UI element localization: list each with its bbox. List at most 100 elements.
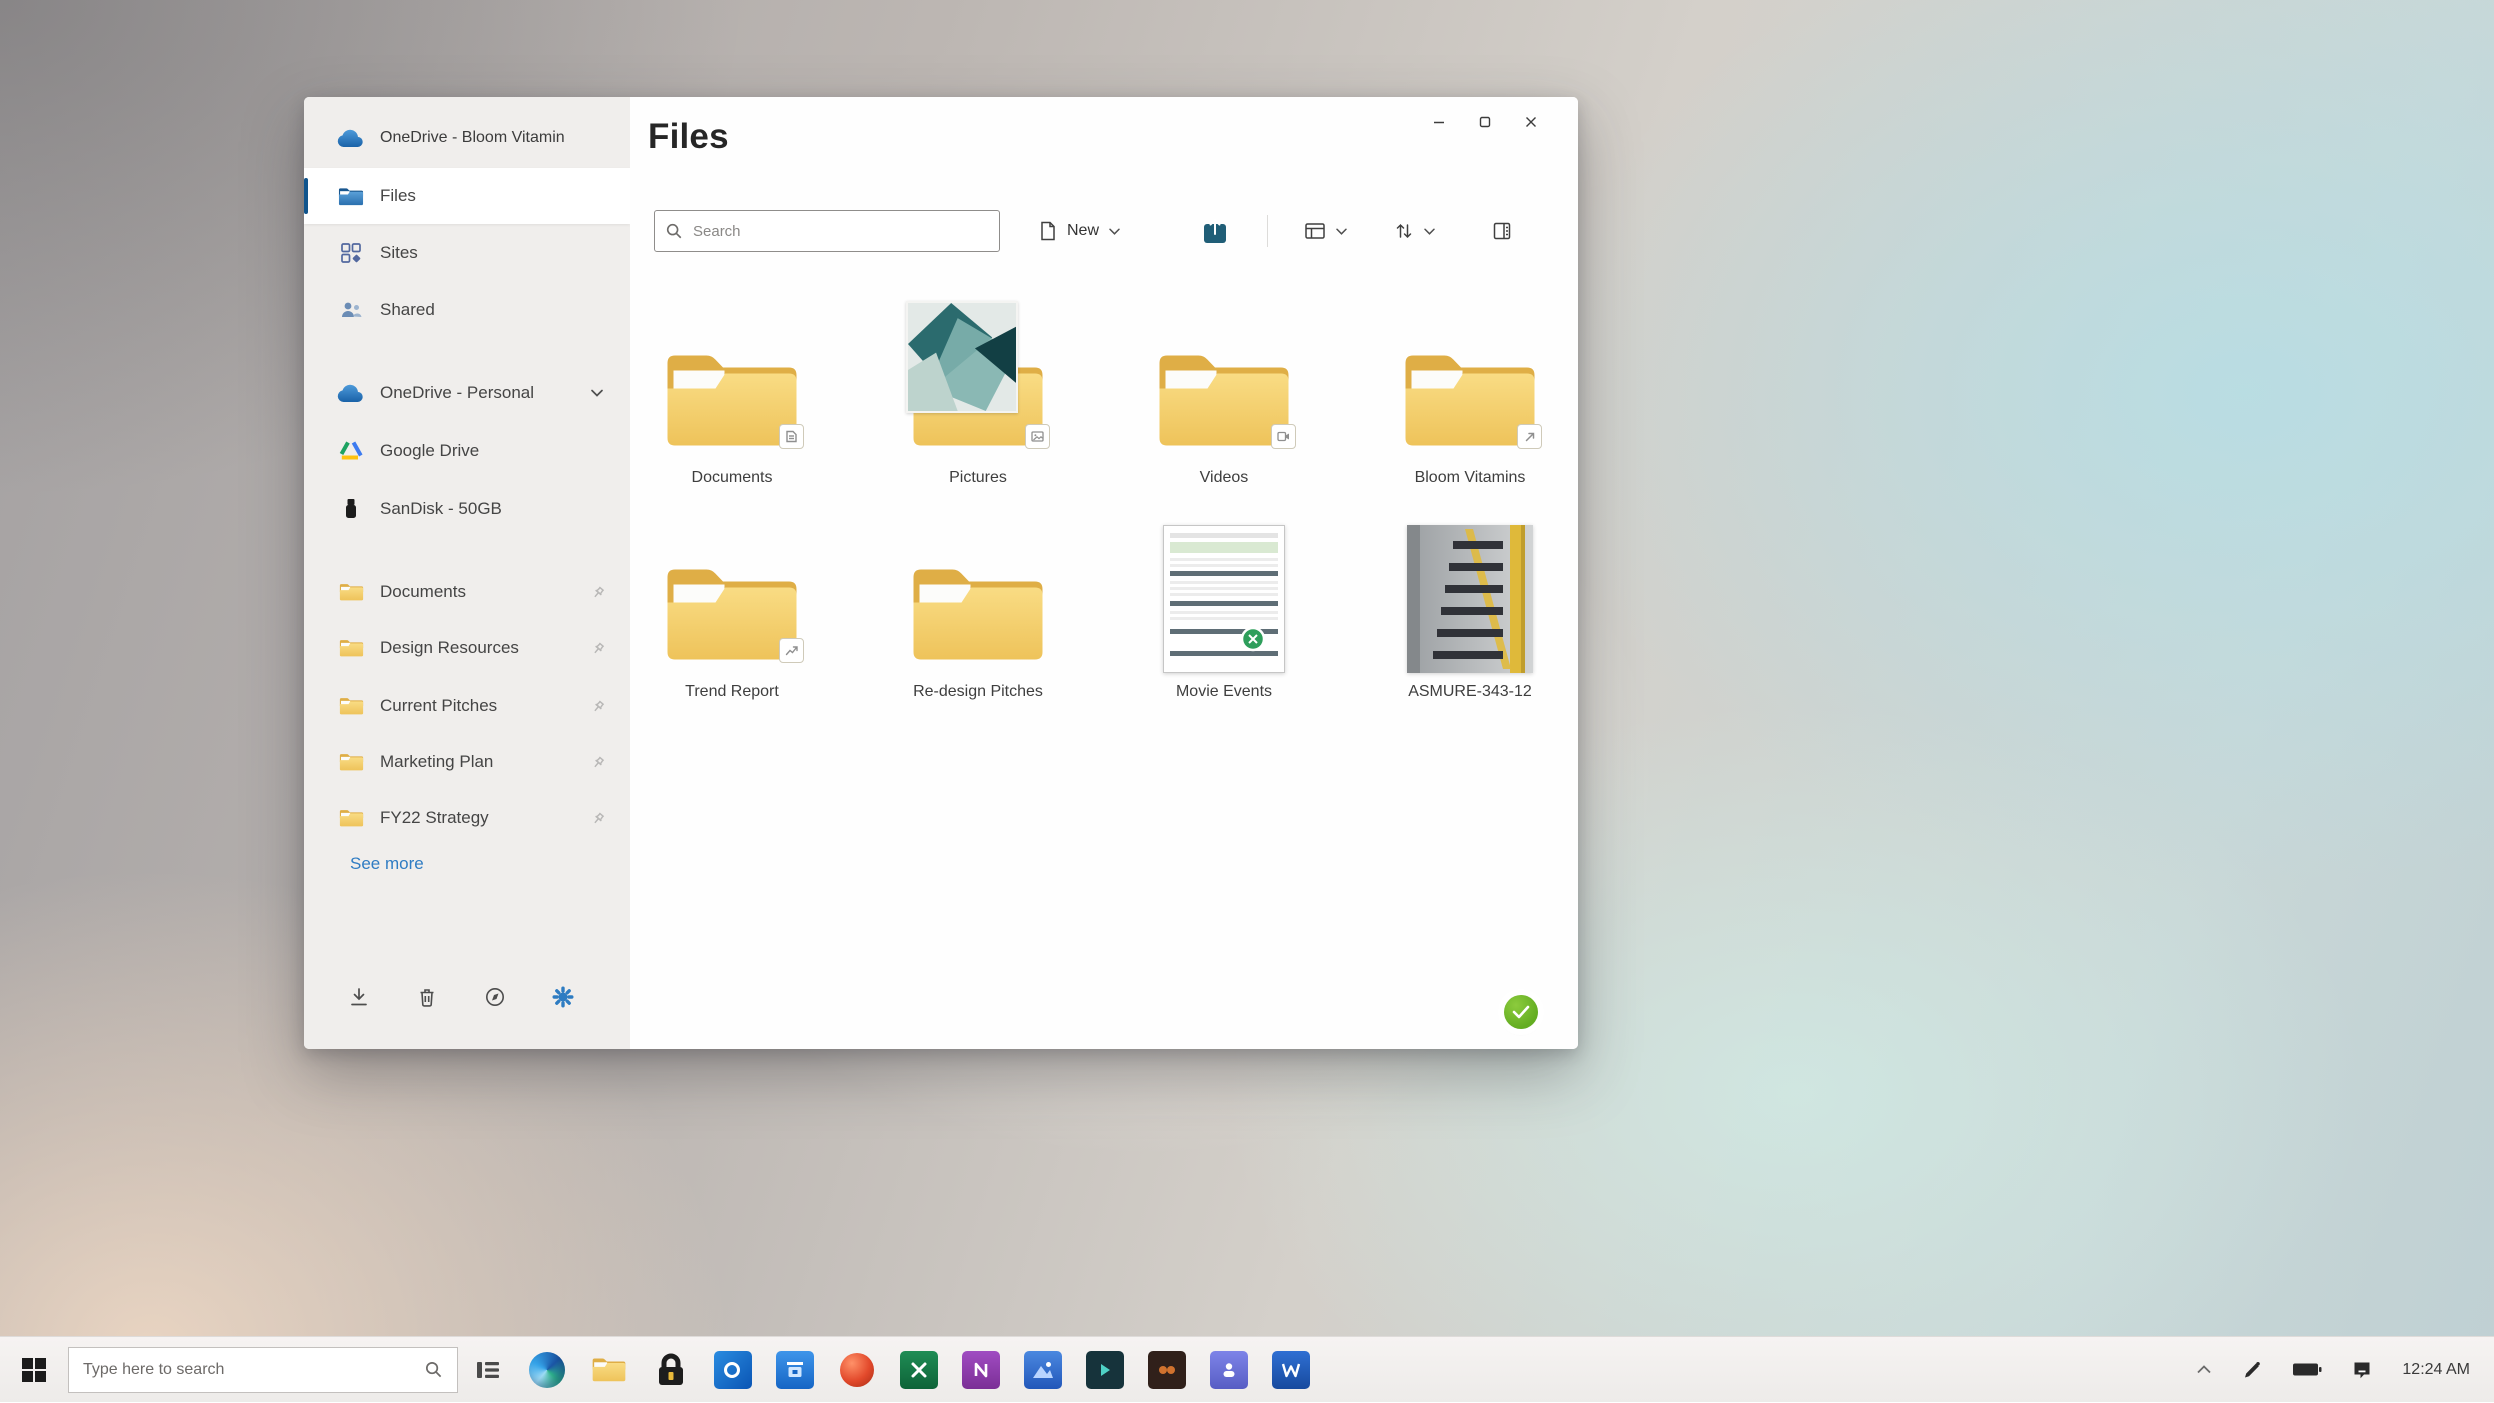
chevron-down-icon[interactable] <box>590 388 604 398</box>
search-input[interactable] <box>693 223 989 240</box>
task-view-icon <box>475 1358 501 1382</box>
taskbar-file-explorer-icon[interactable] <box>590 1351 628 1389</box>
folder-icon <box>336 579 366 605</box>
start-button[interactable] <box>0 1337 68 1403</box>
recycle-bin-icon[interactable] <box>412 982 442 1012</box>
onedrive-cloud-icon <box>336 125 366 151</box>
new-button[interactable]: New <box>1028 210 1131 252</box>
sort-button[interactable] <box>1384 210 1446 252</box>
shortcut-badge-icon <box>1517 424 1542 449</box>
see-more-link[interactable]: See more <box>350 854 424 874</box>
search-icon <box>424 1360 443 1379</box>
tile-label: Videos <box>1200 469 1249 487</box>
taskbar-clock[interactable]: 12:24 AM <box>2402 1361 2476 1379</box>
sidebar-account[interactable]: OneDrive - Bloom Vitamin <box>304 110 630 166</box>
taskbar-teams-icon[interactable] <box>1210 1351 1248 1389</box>
pinned-folder-label: Documents <box>380 582 466 602</box>
selection-accent-bar <box>304 178 308 214</box>
sidebar-pinned-fy22-strategy[interactable]: FY22 Strategy <box>304 790 630 846</box>
tile-videos[interactable]: Videos <box>1122 309 1326 487</box>
taskbar-onenote-icon[interactable] <box>962 1351 1000 1389</box>
main-panel: Files New <box>630 97 1578 1049</box>
sidebar-item-files[interactable]: Files <box>304 168 630 224</box>
taskbar-dev-tool-icon[interactable] <box>1086 1351 1124 1389</box>
chevron-down-icon <box>1423 227 1436 236</box>
taskbar-microsoft-store-icon[interactable] <box>776 1351 814 1389</box>
trend-chart-badge-icon <box>779 638 804 663</box>
pinned-folder-label: Marketing Plan <box>380 752 493 772</box>
sidebar-item-label: Sites <box>380 243 418 263</box>
pin-icon[interactable] <box>591 699 606 714</box>
sidebar-item-label: Files <box>380 186 416 206</box>
desktop-background: OneDrive - Bloom Vitamin Files <box>0 0 2494 1402</box>
sidebar-pinned-marketing-plan[interactable]: Marketing Plan <box>304 734 630 790</box>
taskbar-edge-icon[interactable] <box>528 1351 566 1389</box>
files-search[interactable] <box>654 210 1000 252</box>
taskbar-password-lock-icon[interactable] <box>652 1351 690 1389</box>
account-label: OneDrive - Bloom Vitamin <box>380 129 565 147</box>
sidebar-pinned-design-resources[interactable]: Design Resources <box>304 620 630 676</box>
taskbar-red-sphere-app-icon[interactable] <box>838 1351 876 1389</box>
tile-redesign-pitches[interactable]: Re-design Pitches <box>876 523 1080 701</box>
sidebar-item-shared[interactable]: Shared <box>304 282 630 338</box>
tile-pictures[interactable]: Pictures <box>876 309 1080 487</box>
task-view-button[interactable] <box>466 1337 510 1403</box>
taskbar-search-input[interactable] <box>83 1361 424 1379</box>
view-options-icon <box>1304 221 1326 241</box>
compass-icon[interactable] <box>480 982 510 1012</box>
folder-icon <box>336 693 366 719</box>
taskbar-excel-icon[interactable] <box>900 1351 938 1389</box>
share-button[interactable] <box>1192 210 1238 252</box>
tile-label: Pictures <box>949 469 1007 487</box>
sidebar-pinned-documents[interactable]: Documents <box>304 564 630 620</box>
hidden-icons-chevron-icon[interactable] <box>2196 1364 2212 1375</box>
minimize-button[interactable] <box>1416 105 1462 139</box>
details-view-button[interactable] <box>1482 210 1522 252</box>
sidebar-item-sandisk[interactable]: SanDisk - 50GB <box>304 481 630 537</box>
view-options-button[interactable] <box>1294 210 1358 252</box>
share-icon <box>1202 217 1228 245</box>
sort-icon <box>1394 221 1414 241</box>
pin-icon[interactable] <box>591 641 606 656</box>
pin-icon[interactable] <box>591 755 606 770</box>
pin-icon[interactable] <box>591 811 606 826</box>
taskbar-word-icon[interactable] <box>1272 1351 1310 1389</box>
tile-trend-report[interactable]: Trend Report <box>630 523 834 701</box>
image-badge-icon <box>1025 424 1050 449</box>
taskbar-coffee-app-icon[interactable] <box>1148 1351 1186 1389</box>
tile-bloom-vitamins[interactable]: Bloom Vitamins <box>1368 309 1572 487</box>
toolbar-separator <box>1267 215 1268 247</box>
search-icon <box>665 222 683 240</box>
tile-label: Documents <box>692 469 773 487</box>
tile-label: ASMURE-343-12 <box>1408 683 1532 701</box>
tile-documents[interactable]: Documents <box>630 309 834 487</box>
sidebar-item-onedrive-personal[interactable]: OneDrive - Personal <box>304 365 630 421</box>
download-icon[interactable] <box>344 982 374 1012</box>
sidebar-item-label: Shared <box>380 300 435 320</box>
sidebar-item-sites[interactable]: Sites <box>304 225 630 281</box>
tile-movie-events[interactable]: Movie Events <box>1122 523 1326 701</box>
tile-label: Trend Report <box>685 683 779 701</box>
folder-icon <box>336 805 366 831</box>
sidebar-item-google-drive[interactable]: Google Drive <box>304 423 630 479</box>
maximize-button[interactable] <box>1462 105 1508 139</box>
sidebar: OneDrive - Bloom Vitamin Files <box>304 97 630 1049</box>
tile-asmure-photo[interactable]: ASMURE-343-12 <box>1368 523 1572 701</box>
pen-icon[interactable] <box>2242 1360 2262 1380</box>
close-button[interactable] <box>1508 105 1554 139</box>
pictures-thumbnail <box>906 301 1018 413</box>
synced-check-icon[interactable] <box>1504 995 1538 1029</box>
action-center-icon[interactable] <box>2352 1360 2372 1380</box>
spreadsheet-thumbnail <box>1163 525 1285 673</box>
pinned-folder-label: Current Pitches <box>380 696 497 716</box>
taskbar-search[interactable] <box>68 1347 458 1393</box>
sync-settings-icon[interactable] <box>548 982 578 1012</box>
sidebar-footer <box>304 969 630 1025</box>
windows-start-icon <box>22 1358 46 1382</box>
sidebar-pinned-current-pitches[interactable]: Current Pitches <box>304 678 630 734</box>
pin-icon[interactable] <box>591 585 606 600</box>
taskbar-photos-icon[interactable] <box>1024 1351 1062 1389</box>
taskbar-outlook-icon[interactable] <box>714 1351 752 1389</box>
new-button-label: New <box>1067 222 1099 240</box>
battery-icon[interactable] <box>2292 1362 2322 1377</box>
